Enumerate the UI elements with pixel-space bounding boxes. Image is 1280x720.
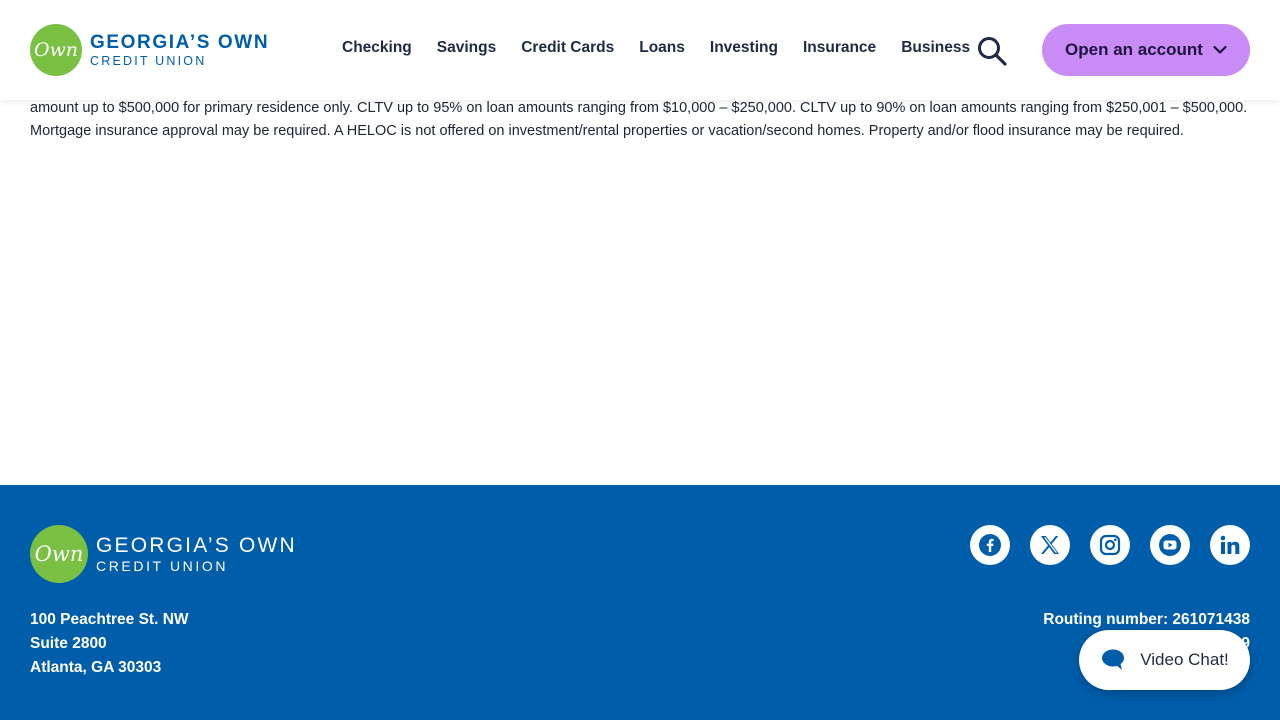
nav-investing[interactable]: Investing (710, 39, 778, 57)
site-header: Own GEORGIA’S OWN CREDIT UNION Checking … (0, 0, 1280, 100)
youtube-icon[interactable] (1150, 525, 1190, 565)
chevron-down-icon (1213, 45, 1227, 54)
disclosure-text: amount up to $500,000 for primary reside… (30, 100, 1248, 139)
main-nav: Checking Savings Credit Cards Loans Inve… (342, 39, 995, 57)
address-line-2: Suite 2800 (30, 635, 107, 652)
site-footer: Own GEORGIA’S OWN CREDIT UNION 100 Peach… (0, 485, 1280, 720)
footer-address: 100 Peachtree St. NW Suite 2800 Atlanta,… (30, 608, 189, 680)
logo-mark: Own (30, 24, 82, 76)
open-account-label: Open an account (1065, 40, 1203, 59)
address-line-3: Atlanta, GA 30303 (30, 659, 162, 676)
video-chat-button[interactable]: Video Chat! (1079, 630, 1250, 690)
footer-logo-name: GEORGIA’S OWN (96, 534, 297, 557)
routing-number: Routing number: 261071438 (1043, 611, 1250, 628)
logo-name: GEORGIA’S OWN (90, 31, 270, 53)
open-account-button[interactable]: Open an account (1042, 24, 1250, 76)
nav-checking[interactable]: Checking (342, 39, 412, 57)
facebook-icon[interactable] (970, 525, 1010, 565)
nav-insurance[interactable]: Insurance (803, 39, 876, 57)
footer-logo[interactable]: Own GEORGIA’S OWN CREDIT UNION (30, 525, 297, 583)
nav-business[interactable]: Business (901, 39, 970, 57)
address-line-1: 100 Peachtree St. NW (30, 611, 189, 628)
nav-credit-cards[interactable]: Credit Cards (521, 39, 614, 57)
instagram-icon[interactable] (1090, 525, 1130, 565)
chat-bubble-icon (1102, 649, 1125, 670)
header-logo[interactable]: Own GEORGIA’S OWN CREDIT UNION (30, 24, 269, 76)
video-chat-label: Video Chat! (1140, 650, 1229, 669)
nav-loans[interactable]: Loans (639, 39, 685, 57)
nav-savings[interactable]: Savings (437, 39, 496, 57)
linkedin-icon[interactable] (1210, 525, 1250, 565)
x-icon[interactable] (1030, 525, 1070, 565)
footer-logo-subtitle: CREDIT UNION (96, 558, 229, 574)
search-icon[interactable] (976, 35, 1008, 67)
logo-subtitle: CREDIT UNION (90, 53, 207, 68)
footer-logo-mark: Own (30, 525, 88, 583)
social-links (950, 525, 1250, 565)
